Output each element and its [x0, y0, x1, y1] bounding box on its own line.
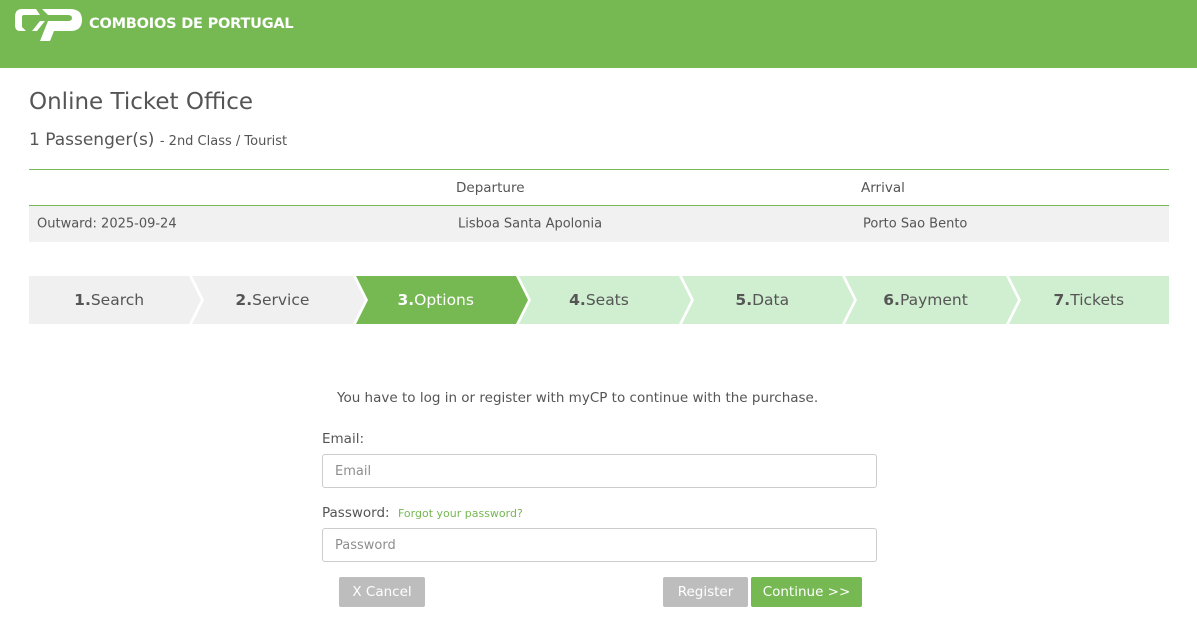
step-service[interactable]: 2. Service [192, 276, 365, 324]
step-label: Payment [899, 291, 968, 309]
step-number: 2. [235, 291, 253, 309]
step-payment: 6. Payment [845, 276, 1018, 324]
step-arrow [515, 276, 528, 324]
forgot-password-link[interactable]: Forgot your password? [398, 507, 523, 520]
class-info: - 2nd Class / Tourist [159, 134, 288, 149]
page-title: Online Ticket Office [29, 89, 253, 115]
email-label: Email: [322, 431, 365, 447]
passenger-count: 1 Passenger(s) [29, 130, 155, 150]
step-tickets: 7. Tickets [1008, 276, 1169, 324]
table-header: Departure Arrival [29, 170, 1169, 205]
outward-date: Outward: 2025-09-24 [37, 216, 177, 232]
site-header: COMBOIOS DE PORTUGAL [0, 0, 1197, 68]
passenger-summary: 1 Passenger(s) - 2nd Class / Tourist [29, 130, 287, 150]
departure-station: Lisboa Santa Apolonia [458, 216, 603, 232]
column-header-arrival: Arrival [861, 179, 905, 196]
trip-summary-table: Departure Arrival Outward: 2025-09-24 Li… [29, 169, 1169, 242]
step-options[interactable]: 3. Options [355, 276, 528, 324]
arrival-station: Porto Sao Bento [863, 216, 968, 232]
step-number: 4. [569, 291, 586, 309]
step-number: 6. [883, 291, 900, 309]
step-arrow [1005, 276, 1018, 324]
step-label: Search [90, 291, 145, 309]
email-field[interactable] [322, 454, 877, 488]
password-field[interactable] [322, 528, 877, 562]
step-label: Service [252, 291, 310, 309]
step-number: 1. [74, 291, 91, 309]
step-label: Data [752, 291, 790, 309]
brand-name: COMBOIOS DE PORTUGAL [89, 16, 294, 32]
column-header-departure: Departure [456, 179, 525, 196]
step-number: 5. [735, 291, 753, 309]
step-search[interactable]: 1. Search [29, 276, 202, 324]
login-message: You have to log in or register with myCP… [337, 390, 819, 406]
step-arrow [842, 276, 855, 324]
table-row: Outward: 2025-09-24 Lisboa Santa Apoloni… [29, 206, 1169, 242]
cp-logo-icon[interactable] [14, 7, 84, 43]
cancel-button[interactable]: X Cancel [339, 577, 425, 607]
step-arrow [352, 276, 365, 324]
register-button[interactable]: Register [663, 577, 748, 607]
step-arrow [189, 276, 202, 324]
step-number: 3. [397, 291, 415, 309]
step-label: Options [414, 291, 474, 309]
continue-button[interactable]: Continue >> [751, 577, 862, 607]
step-number: 7. [1053, 291, 1071, 309]
step-data: 5. Data [682, 276, 855, 324]
password-label: Password: [322, 505, 390, 521]
step-arrow [679, 276, 692, 324]
step-seats: 4. Seats [518, 276, 692, 324]
step-label: Tickets [1070, 291, 1125, 309]
booking-steps: 1. Search 2. Service 3. Options 4. Seats 5. D… [29, 276, 1169, 324]
step-label: Seats [585, 291, 629, 309]
